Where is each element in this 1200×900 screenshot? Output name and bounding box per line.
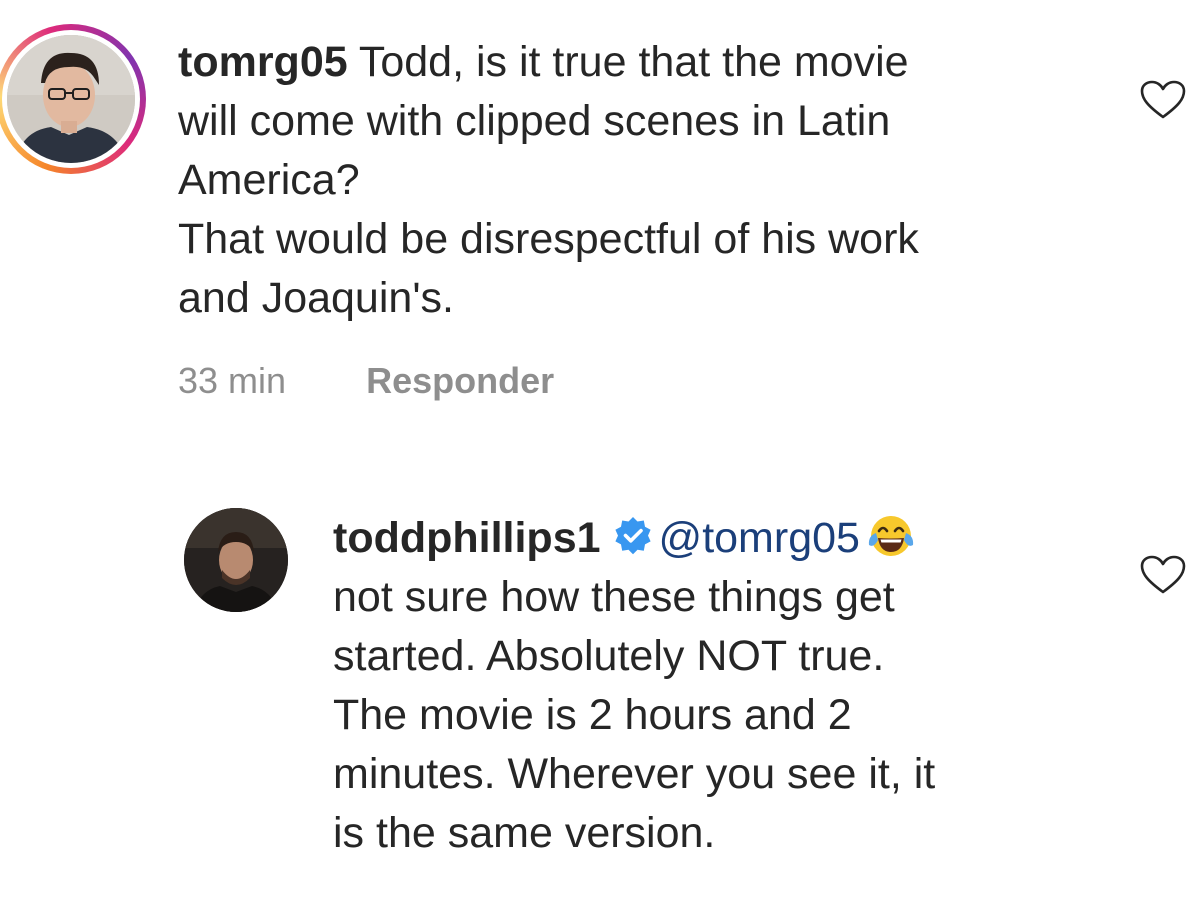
- avatar-gap: [2, 30, 140, 168]
- comment-text-line: The movie is 2 hours and 2: [333, 691, 852, 739]
- story-ring[interactable]: [0, 24, 146, 174]
- comment-meta: 33 min Responder: [178, 360, 554, 402]
- avatar[interactable]: [184, 508, 288, 612]
- user-avatar-icon: [7, 35, 135, 163]
- comment-text-line: and Joaquin's.: [178, 274, 454, 322]
- comment-text-line: Todd, is it true that the movie: [358, 38, 909, 86]
- user-avatar-icon: [184, 508, 288, 612]
- comment-line-1: toddphillips1 @tomrg05: [333, 509, 935, 568]
- comment-text-line: is the same version.: [333, 809, 716, 857]
- comment-line-1: tomrg05 Todd, is it true that the movie: [178, 33, 919, 92]
- comment-text: tomrg05 Todd, is it true that the movie …: [178, 33, 919, 328]
- comment-text-line: minutes. Wherever you see it, it: [333, 750, 936, 798]
- like-heart-icon[interactable]: [1140, 80, 1186, 120]
- comment-text: toddphillips1 @tomrg05 not sure how thes…: [333, 509, 935, 863]
- avatar[interactable]: [7, 35, 135, 163]
- comment-text-line: started. Absolutely NOT true.: [333, 632, 885, 680]
- face-with-tears-of-joy-icon: [868, 516, 914, 556]
- like-heart-icon[interactable]: [1140, 555, 1186, 595]
- timestamp: 33 min: [178, 360, 287, 401]
- comment-text-line: That would be disrespectful of his work: [178, 215, 919, 263]
- username[interactable]: tomrg05: [178, 38, 348, 86]
- comment-text-line: not sure how these things get: [333, 573, 895, 621]
- mention-link[interactable]: @tomrg05: [659, 514, 860, 562]
- verified-badge-icon: [614, 517, 651, 555]
- comment-tomrg05: tomrg05 Todd, is it true that the movie …: [0, 20, 1200, 420]
- comment-toddphillips1: toddphillips1 @tomrg05 not sure how thes…: [0, 500, 1200, 880]
- comment-text-line: America?: [178, 156, 360, 204]
- reply-button[interactable]: Responder: [366, 360, 554, 401]
- username[interactable]: toddphillips1: [333, 514, 601, 562]
- comment-text-line: will come with clipped scenes in Latin: [178, 97, 891, 145]
